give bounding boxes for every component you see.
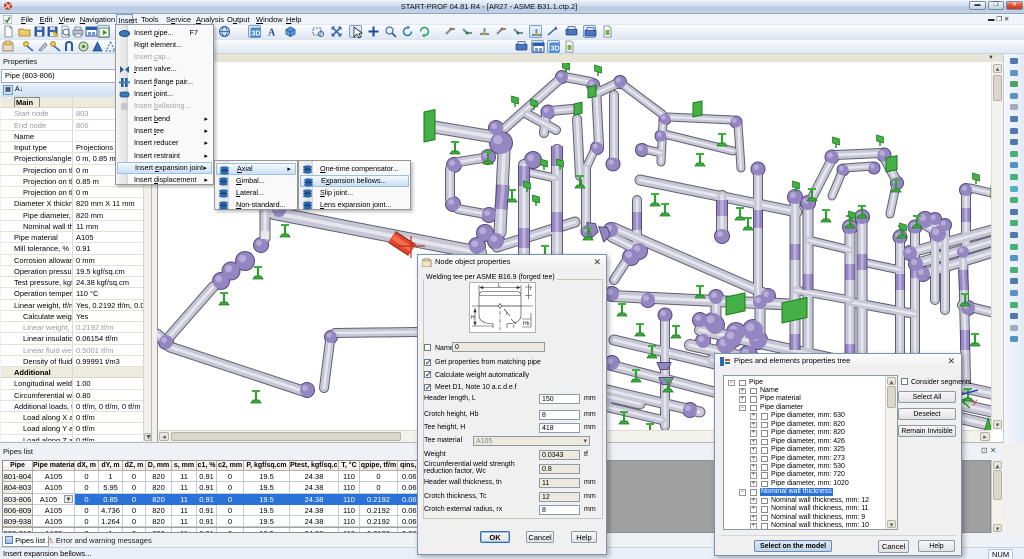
svg-text:3D: 3D — [551, 46, 560, 53]
svg-text:3D: 3D — [252, 31, 261, 38]
svg-text:r: r — [513, 324, 515, 330]
svg-text:L: L — [498, 283, 501, 289]
svg-text:r: r — [506, 311, 508, 317]
svg-text:H: H — [471, 315, 475, 321]
svg-text:Hb: Hb — [523, 321, 530, 327]
svg-text:A: A — [268, 28, 276, 39]
